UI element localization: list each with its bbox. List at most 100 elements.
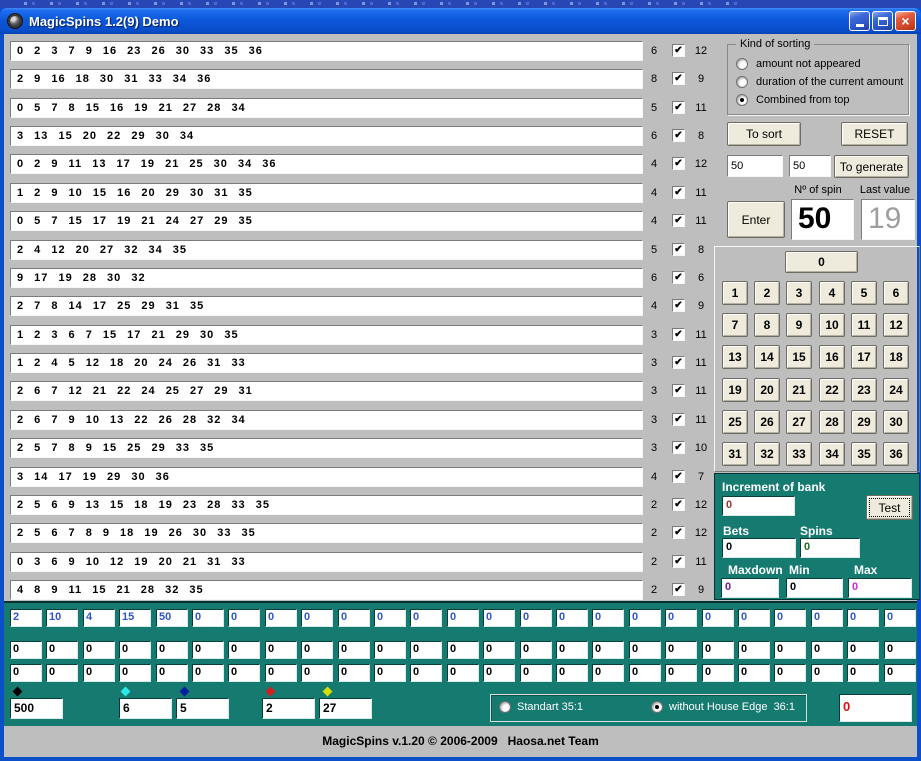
bet-grid-cell[interactable]: 0: [884, 664, 916, 682]
bet-grid-cell[interactable]: 0: [338, 664, 370, 682]
number-button-27[interactable]: 27: [786, 410, 812, 434]
number-button-0[interactable]: 0: [785, 251, 858, 273]
number-button-26[interactable]: 26: [754, 410, 780, 434]
row-checkbox[interactable]: ✔: [672, 498, 685, 511]
n-of-spin-input[interactable]: 50: [791, 199, 854, 240]
sorting-radio[interactable]: [736, 76, 748, 88]
bet-grid-cell[interactable]: 0: [192, 609, 224, 627]
bet-grid-cell[interactable]: 0: [156, 664, 188, 682]
number-button-16[interactable]: 16: [819, 345, 845, 369]
row-checkbox[interactable]: ✔: [672, 555, 685, 568]
sequence-field[interactable]: 2 5 6 9 13 15 18 19 23 28 33 35: [10, 495, 643, 515]
marker-value-cyan[interactable]: 6: [119, 698, 172, 719]
bet-grid-cell[interactable]: 0: [665, 664, 697, 682]
bet-grid-cell[interactable]: 0: [847, 609, 879, 627]
number-button-36[interactable]: 36: [883, 442, 909, 466]
bet-grid-cell[interactable]: 0: [738, 609, 770, 627]
bet-grid-cell[interactable]: 0: [119, 664, 151, 682]
bet-grid-cell[interactable]: 0: [738, 664, 770, 682]
payout-radio[interactable]: [499, 701, 511, 713]
row-checkbox[interactable]: ✔: [672, 384, 685, 397]
bet-grid-cell[interactable]: 0: [483, 641, 515, 659]
sequence-field[interactable]: 0 2 9 11 13 17 19 21 25 30 34 36: [10, 154, 643, 174]
number-button-17[interactable]: 17: [851, 345, 877, 369]
row-checkbox[interactable]: ✔: [672, 157, 685, 170]
sequence-field[interactable]: 0 2 3 7 9 16 23 26 30 33 35 36: [10, 41, 643, 61]
number-button-4[interactable]: 4: [819, 281, 845, 305]
bet-grid-cell[interactable]: 15: [119, 609, 151, 627]
reset-button[interactable]: RESET: [841, 122, 908, 146]
bet-grid-cell[interactable]: 0: [447, 664, 479, 682]
bet-grid-cell[interactable]: 0: [192, 641, 224, 659]
sequence-field[interactable]: 1 2 9 10 15 16 20 29 30 31 35: [10, 183, 643, 203]
test-button[interactable]: Test: [866, 495, 913, 520]
bet-grid-cell[interactable]: 0: [301, 641, 333, 659]
sequence-field[interactable]: 2 6 7 12 21 22 24 25 27 29 31: [10, 381, 643, 401]
bet-grid-cell[interactable]: 0: [410, 609, 442, 627]
payout-radio[interactable]: [651, 701, 663, 713]
sequence-field[interactable]: 3 14 17 19 29 30 36: [10, 467, 643, 487]
bet-grid-cell[interactable]: 2: [10, 609, 42, 627]
bet-grid-cell[interactable]: 0: [774, 609, 806, 627]
number-button-10[interactable]: 10: [819, 313, 845, 337]
bet-grid-cell[interactable]: 0: [410, 664, 442, 682]
bet-grid-cell[interactable]: 0: [629, 664, 661, 682]
number-button-24[interactable]: 24: [883, 378, 909, 402]
sequence-field[interactable]: 2 6 7 9 10 13 22 26 28 32 34: [10, 410, 643, 430]
row-checkbox[interactable]: ✔: [672, 271, 685, 284]
bet-grid-cell[interactable]: 0: [520, 609, 552, 627]
sequence-field[interactable]: 2 4 12 20 27 32 34 35: [10, 240, 643, 260]
sequence-field[interactable]: 4 8 9 11 15 21 28 32 35: [10, 580, 643, 600]
number-button-5[interactable]: 5: [851, 281, 877, 305]
maxdown-input[interactable]: 0: [721, 578, 779, 598]
bet-grid-cell[interactable]: 0: [374, 641, 406, 659]
row-checkbox[interactable]: ✔: [672, 470, 685, 483]
bet-grid-cell[interactable]: 0: [592, 641, 624, 659]
number-button-2[interactable]: 2: [754, 281, 780, 305]
bet-grid-cell[interactable]: 0: [592, 609, 624, 627]
bet-grid-cell[interactable]: 0: [702, 641, 734, 659]
number-button-20[interactable]: 20: [754, 378, 780, 402]
bet-grid-cell[interactable]: 0: [10, 664, 42, 682]
sequence-field[interactable]: 0 3 6 9 10 12 19 20 21 31 33: [10, 552, 643, 572]
bet-grid-cell[interactable]: 0: [774, 641, 806, 659]
number-button-6[interactable]: 6: [883, 281, 909, 305]
sequence-field[interactable]: 2 9 16 18 30 31 33 34 36: [10, 69, 643, 89]
bet-grid-cell[interactable]: 0: [228, 664, 260, 682]
marker-value-black[interactable]: 500: [10, 698, 63, 719]
bet-grid-cell[interactable]: 0: [847, 641, 879, 659]
sequence-field[interactable]: 1 2 3 6 7 15 17 21 29 30 35: [10, 325, 643, 345]
sequence-field[interactable]: 0 5 7 8 15 16 19 21 27 28 34: [10, 98, 643, 118]
bet-grid-cell[interactable]: 0: [265, 641, 297, 659]
sequence-field[interactable]: 9 17 19 28 30 32: [10, 268, 643, 288]
bet-grid-cell[interactable]: 0: [629, 609, 661, 627]
number-button-19[interactable]: 19: [722, 378, 748, 402]
number-button-30[interactable]: 30: [883, 410, 909, 434]
number-button-3[interactable]: 3: [786, 281, 812, 305]
row-checkbox[interactable]: ✔: [672, 129, 685, 142]
to-generate-button[interactable]: To generate: [834, 155, 909, 178]
enter-button[interactable]: Enter: [727, 201, 785, 238]
row-checkbox[interactable]: ✔: [672, 44, 685, 57]
bet-grid-cell[interactable]: 0: [119, 641, 151, 659]
bet-grid-cell[interactable]: 0: [10, 641, 42, 659]
sequence-field[interactable]: 0 5 7 15 17 19 21 24 27 29 35: [10, 211, 643, 231]
bet-grid-cell[interactable]: 0: [447, 641, 479, 659]
bet-grid-cell[interactable]: 0: [192, 664, 224, 682]
row-checkbox[interactable]: ✔: [672, 583, 685, 596]
bet-grid-cell[interactable]: 0: [665, 641, 697, 659]
bet-grid-cell[interactable]: 0: [884, 609, 916, 627]
sorting-radio[interactable]: [736, 94, 748, 106]
bet-grid-cell[interactable]: 0: [447, 609, 479, 627]
bet-grid-cell[interactable]: 0: [774, 664, 806, 682]
bet-grid-cell[interactable]: 50: [156, 609, 188, 627]
sequence-field[interactable]: 2 5 7 8 9 15 25 29 33 35: [10, 438, 643, 458]
generate-count-input-1[interactable]: 50: [727, 155, 783, 177]
bet-grid-cell[interactable]: 0: [483, 609, 515, 627]
bet-grid-cell[interactable]: 0: [156, 641, 188, 659]
increment-of-bank-input[interactable]: 0: [722, 496, 795, 516]
bet-grid-cell[interactable]: 0: [265, 664, 297, 682]
bet-grid-cell[interactable]: 0: [702, 609, 734, 627]
bet-grid-cell[interactable]: 0: [410, 641, 442, 659]
number-button-21[interactable]: 21: [786, 378, 812, 402]
